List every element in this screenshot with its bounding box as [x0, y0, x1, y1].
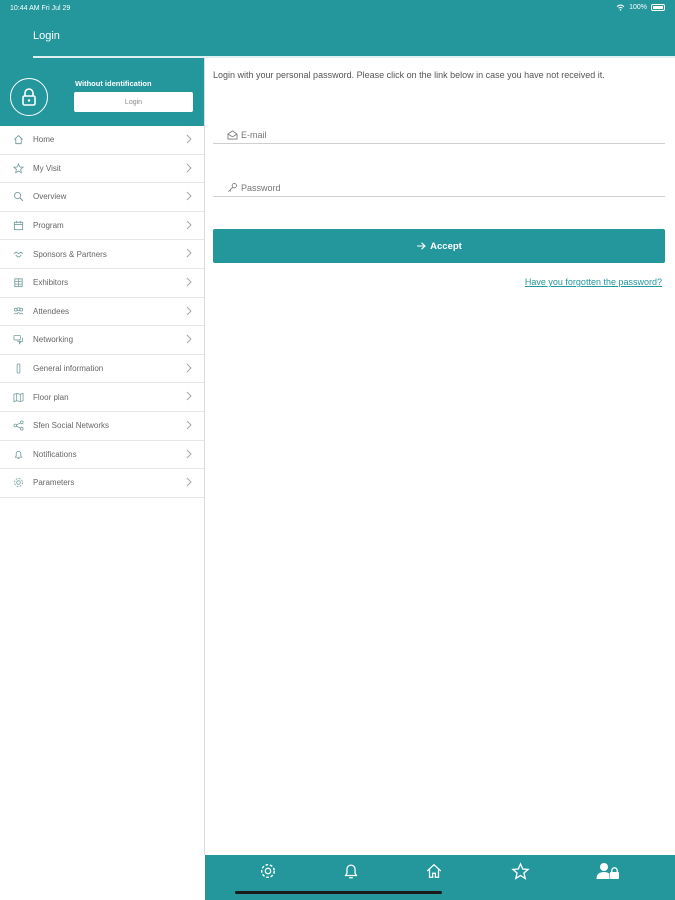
sidebar-header: Without identification Login [0, 58, 204, 126]
sidebar-item-label: Floor plan [33, 392, 69, 402]
home-indicator [235, 891, 442, 894]
login-panel: Login with your personal password. Pleas… [205, 58, 675, 855]
battery-percent: 100% [629, 4, 647, 11]
forgot-password-link[interactable]: Have you forgotten the password? [525, 277, 662, 287]
star-icon [12, 162, 24, 174]
accept-label: Accept [430, 240, 462, 252]
gear-icon [12, 477, 24, 489]
password-field[interactable] [213, 179, 665, 197]
sidebar-item-notifications[interactable]: Notifications [0, 441, 204, 470]
chevron-right-icon [186, 134, 192, 144]
sidebar-item-my-visit[interactable]: My Visit [0, 155, 204, 184]
sidebar-item-home[interactable]: Home [0, 126, 204, 155]
sidebar-item-label: Sponsors & Partners [33, 249, 107, 259]
sidebar-item-overview[interactable]: Overview [0, 183, 204, 212]
tab-bar [205, 855, 675, 900]
sidebar-item-networking[interactable]: Networking [0, 326, 204, 355]
tab-home[interactable] [423, 860, 445, 882]
tab-notifications[interactable] [340, 860, 362, 882]
map-icon [12, 391, 24, 403]
key-icon [226, 182, 238, 194]
sidebar-item-floor-plan[interactable]: Floor plan [0, 383, 204, 412]
tab-favorites[interactable] [509, 860, 531, 882]
sidebar-item-label: Notifications [33, 449, 77, 459]
chevron-right-icon [186, 163, 192, 172]
users-icon [12, 305, 24, 317]
sidebar-item-label: Overview [33, 192, 67, 202]
sidebar-item-sponsors[interactable]: Sponsors & Partners [0, 240, 204, 269]
search-icon [12, 191, 24, 203]
accept-button[interactable]: Accept [213, 229, 665, 263]
sidebar-item-social-networks[interactable]: Sfen Social Networks [0, 412, 204, 441]
home-icon [12, 134, 24, 146]
sidebar-item-program[interactable]: Program [0, 212, 204, 241]
chevron-right-icon [186, 363, 192, 373]
sidebar-item-label: Networking [33, 335, 74, 345]
login-instructions: Login with your personal password. Pleas… [213, 70, 605, 80]
chat-icon [12, 334, 24, 346]
chevron-right-icon [186, 477, 192, 487]
home-icon [426, 863, 442, 878]
status-right: 100% [616, 4, 665, 11]
sidebar-item-label: Attendees [33, 306, 70, 316]
gear-icon [260, 863, 276, 879]
arrow-right-icon [417, 242, 426, 250]
info-icon [12, 363, 24, 375]
page-title: Login [33, 30, 60, 42]
sidebar-item-label: Program [33, 221, 64, 231]
sidebar-login-button[interactable]: Login [74, 92, 193, 112]
building-icon [12, 277, 24, 289]
star-icon [510, 861, 530, 880]
sidebar: Without identification Login Home My Vis… [0, 58, 205, 855]
wifi-icon [616, 4, 625, 11]
sidebar-item-label: General information [33, 364, 104, 374]
chevron-right-icon [186, 449, 192, 458]
handshake-icon [12, 248, 24, 260]
battery-icon [651, 4, 665, 11]
email-field[interactable] [213, 126, 665, 144]
sidebar-item-label: My Visit [33, 163, 61, 173]
nav-bar: Login [0, 18, 675, 58]
chevron-right-icon [186, 420, 192, 430]
mail-icon [226, 129, 238, 141]
sidebar-item-general-information[interactable]: General information [0, 355, 204, 384]
password-input[interactable] [241, 182, 641, 193]
bell-icon [12, 448, 24, 460]
share-icon [12, 420, 24, 432]
user-lock-icon [596, 863, 619, 879]
chevron-right-icon [186, 277, 192, 287]
tab-login[interactable] [595, 860, 621, 882]
sidebar-item-parameters[interactable]: Parameters [0, 469, 204, 498]
email-input[interactable] [241, 129, 641, 140]
chevron-right-icon [186, 334, 192, 344]
sidebar-item-attendees[interactable]: Attendees [0, 298, 204, 327]
sidebar-item-label: Sfen Social Networks [33, 421, 110, 431]
status-time: 10:44 AM Fri Jul 29 [10, 5, 71, 12]
tab-settings[interactable] [257, 860, 279, 882]
chevron-right-icon [186, 249, 192, 258]
sidebar-item-label: Parameters [33, 478, 75, 488]
identification-status: Without identification [75, 79, 152, 88]
chevron-right-icon [186, 391, 192, 401]
chevron-right-icon [186, 191, 192, 201]
lock-icon [10, 78, 48, 116]
sidebar-menu: Home My Visit Overview Program Sponsors … [0, 126, 204, 498]
status-bar: 10:44 AM Fri Jul 29 100% [0, 0, 675, 18]
chevron-right-icon [186, 220, 192, 230]
chevron-right-icon [186, 306, 192, 315]
bell-icon [344, 864, 358, 879]
sidebar-item-label: Exhibitors [33, 278, 69, 288]
sidebar-item-label: Home [33, 135, 55, 145]
calendar-icon [12, 220, 24, 232]
sidebar-item-exhibitors[interactable]: Exhibitors [0, 269, 204, 298]
